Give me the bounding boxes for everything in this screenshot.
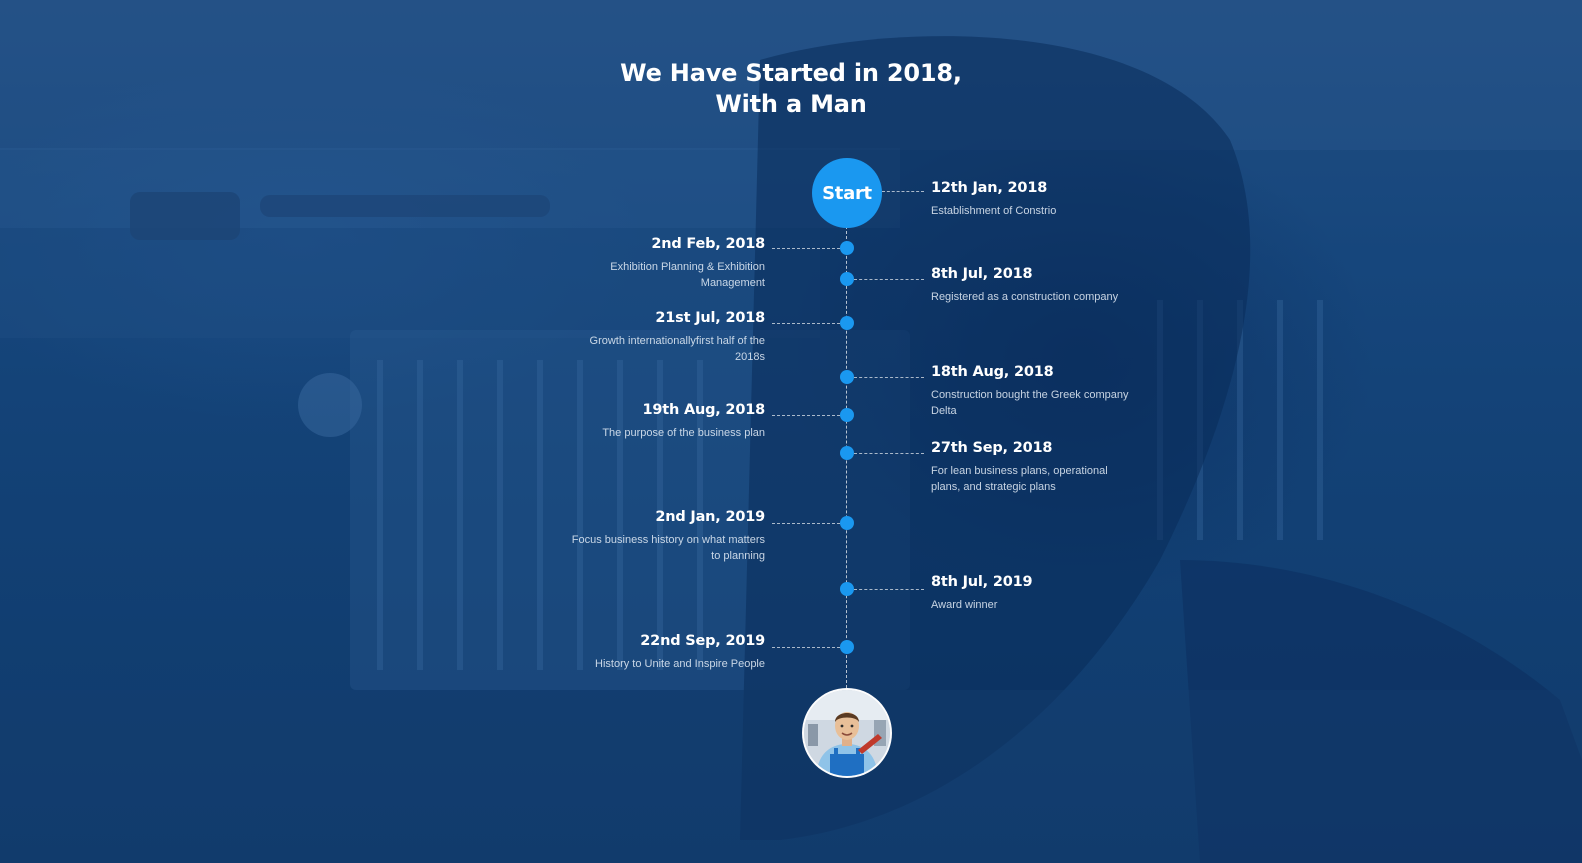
- heading-line-1: We Have Started in 2018,: [620, 59, 962, 87]
- timeline-desc: For lean business plans, operational pla…: [931, 465, 1108, 493]
- timeline-entry: 2nd Feb, 2018 Exhibition Planning & Exhi…: [565, 235, 765, 291]
- timeline-connector: [772, 647, 840, 648]
- timeline-date: 21st Jul, 2018: [655, 310, 765, 326]
- timeline-desc: Growth internationallyfirst half of the …: [589, 335, 765, 363]
- timeline-dot: [840, 408, 854, 422]
- timeline-dot: [840, 582, 854, 596]
- timeline-entry: 27th Sep, 2018 For lean business plans, …: [931, 439, 1131, 495]
- timeline-entry: 2nd Jan, 2019 Focus business history on …: [565, 508, 765, 564]
- timeline-date: 18th Aug, 2018: [931, 364, 1054, 380]
- timeline-connector: [854, 453, 924, 454]
- timeline-dot: [840, 640, 854, 654]
- timeline-desc: Establishment of Constrio: [931, 205, 1057, 217]
- timeline-dot: [840, 370, 854, 384]
- timeline-connector: [772, 323, 840, 324]
- timeline-desc: Focus business history on what matters t…: [571, 534, 765, 562]
- start-label: Start: [822, 182, 872, 204]
- timeline-date: 8th Jul, 2018: [931, 266, 1033, 282]
- timeline-desc: Exhibition Planning & Exhibition Managem…: [610, 261, 765, 289]
- timeline-entry: 8th Jul, 2018 Registered as a constructi…: [931, 265, 1131, 305]
- timeline-dot: [840, 516, 854, 530]
- timeline-date: 27th Sep, 2018: [931, 440, 1053, 456]
- background-photo: [0, 0, 1582, 863]
- timeline-desc: Registered as a construction company: [931, 291, 1119, 303]
- timeline-date: 2nd Jan, 2019: [655, 509, 765, 525]
- timeline-entry: 22nd Sep, 2019 History to Unite and Insp…: [565, 632, 765, 672]
- timeline-dot: [840, 316, 854, 330]
- timeline-connector: [772, 415, 840, 416]
- start-badge: Start: [812, 158, 882, 228]
- timeline-connector: [854, 377, 924, 378]
- timeline-date: 8th Jul, 2019: [931, 574, 1033, 590]
- timeline-connector: [772, 523, 840, 524]
- timeline-connector: [854, 589, 924, 590]
- timeline-desc: Award winner: [931, 599, 998, 611]
- worker-portrait-icon: [802, 688, 892, 778]
- page-heading: We Have Started in 2018, With a Man: [0, 58, 1582, 120]
- timeline-entry: 8th Jul, 2019 Award winner: [931, 573, 1131, 613]
- timeline-dot: [840, 241, 854, 255]
- heading-line-2: With a Man: [715, 90, 867, 118]
- background-illustration: [0, 0, 1582, 863]
- timeline-date: 22nd Sep, 2019: [640, 633, 765, 649]
- timeline-connector: [854, 279, 924, 280]
- timeline-dot: [840, 272, 854, 286]
- timeline-entry-start: 12th Jan, 2018 Establishment of Constrio: [931, 179, 1131, 219]
- start-connector: [882, 191, 924, 192]
- timeline-desc: The purpose of the business plan: [602, 427, 765, 439]
- worker-portrait-icon: [804, 690, 890, 776]
- timeline-entry: 18th Aug, 2018 Construction bought the G…: [931, 363, 1131, 419]
- timeline-date: 12th Jan, 2018: [931, 180, 1048, 196]
- timeline-dot: [840, 446, 854, 460]
- timeline-connector: [772, 248, 840, 249]
- timeline-entry: 21st Jul, 2018 Growth internationallyfir…: [565, 309, 766, 365]
- timeline-desc: History to Unite and Inspire People: [595, 658, 765, 670]
- timeline-date: 19th Aug, 2018: [642, 402, 765, 418]
- timeline-entry: 19th Aug, 2018 The purpose of the busine…: [565, 401, 765, 441]
- timeline-date: 2nd Feb, 2018: [651, 236, 765, 252]
- timeline-desc: Construction bought the Greek company De…: [931, 389, 1129, 417]
